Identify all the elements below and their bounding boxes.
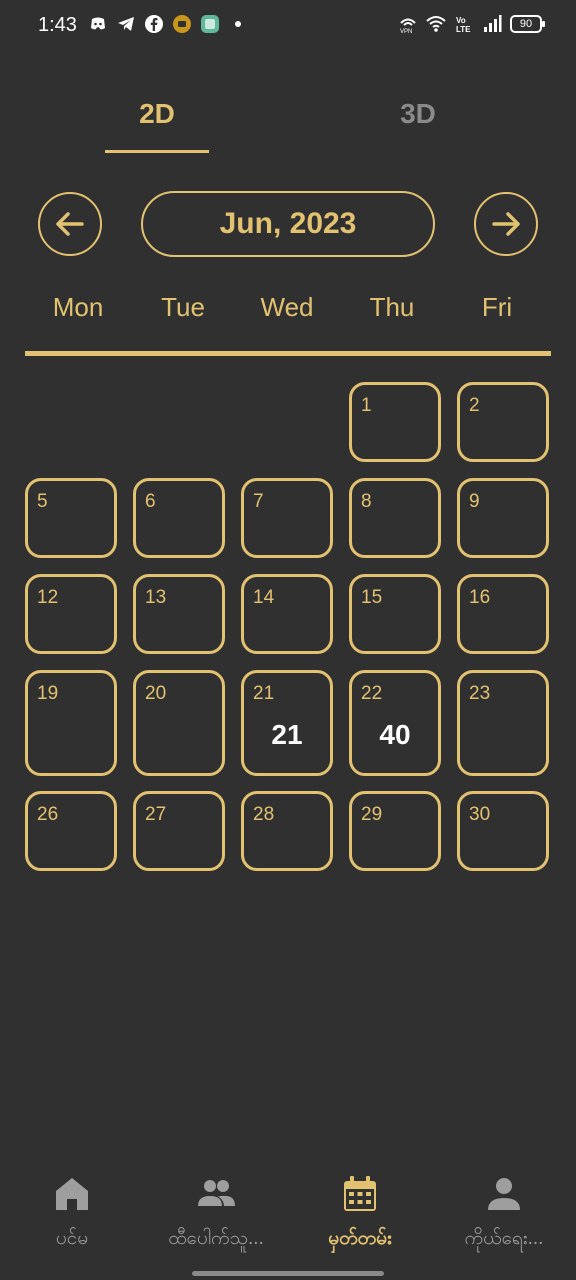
volte-icon: VoLTE bbox=[456, 16, 471, 34]
weekday-thu: Thu bbox=[369, 292, 415, 322]
nav-home[interactable]: ပင်မ bbox=[2, 1174, 142, 1254]
day-number: 30 bbox=[469, 804, 491, 825]
day-number: 2 bbox=[469, 395, 480, 416]
day-number: 7 bbox=[253, 491, 264, 512]
status-bar: 1:43 VPN Vo LTE 90 bbox=[0, 0, 576, 52]
battery-icon: 90 bbox=[510, 15, 545, 33]
calendar-day-cell[interactable]: 19 bbox=[25, 670, 117, 776]
day-number: 1 bbox=[361, 395, 372, 416]
nav-history[interactable]: မှတ်တမ်း bbox=[290, 1174, 430, 1254]
calendar-day-cell[interactable]: 23 bbox=[457, 670, 549, 776]
day-number: 14 bbox=[253, 587, 275, 608]
calendar-day-cell[interactable]: 7 bbox=[241, 478, 333, 558]
month-title[interactable]: Jun, 2023 bbox=[141, 191, 435, 257]
header-divider bbox=[25, 351, 551, 356]
calendar-day-cell[interactable]: 5 bbox=[25, 478, 117, 558]
draw-result: 40 bbox=[379, 719, 411, 750]
nav-home-label: ပင်မ bbox=[55, 1228, 89, 1249]
weekday-fri: Fri bbox=[481, 292, 513, 322]
day-number: 8 bbox=[361, 491, 372, 512]
dot-icon bbox=[235, 21, 241, 27]
day-number: 6 bbox=[145, 491, 156, 512]
person-icon bbox=[488, 1178, 520, 1210]
day-number: 15 bbox=[361, 587, 383, 608]
arrow-right-icon bbox=[492, 212, 520, 236]
discord-icon bbox=[91, 17, 105, 30]
nav-profile-label: ကိုယ်ရေး... bbox=[464, 1228, 544, 1249]
calendar-day-cell[interactable]: 13 bbox=[133, 574, 225, 654]
app-icon-2 bbox=[201, 15, 219, 33]
calendar-day-cell[interactable]: 1 bbox=[349, 382, 441, 462]
nav-profile[interactable]: ကိုယ်ရေး... bbox=[434, 1174, 574, 1254]
calendar-day-cell[interactable]: 26 bbox=[25, 791, 117, 871]
notification-icons bbox=[88, 14, 248, 34]
calendar-icon bbox=[344, 1176, 376, 1211]
home-icon bbox=[56, 1178, 88, 1210]
calendar-day-cell[interactable]: 14 bbox=[241, 574, 333, 654]
tab-2d[interactable]: 2D bbox=[105, 98, 209, 130]
svg-text:Vo: Vo bbox=[456, 16, 466, 25]
calendar-day-cell[interactable]: 21 21 bbox=[241, 670, 333, 776]
active-tab-indicator bbox=[105, 150, 209, 153]
nav-winners-label: ထီပေါက်သူ... bbox=[168, 1228, 264, 1249]
svg-text:VPN: VPN bbox=[400, 29, 412, 34]
day-number: 16 bbox=[469, 587, 491, 608]
weekday-wed: Wed bbox=[260, 292, 314, 322]
vpn-icon: VPN bbox=[400, 18, 416, 34]
day-number: 12 bbox=[37, 587, 59, 608]
day-number: 20 bbox=[145, 683, 167, 704]
calendar-day-cell[interactable]: 16 bbox=[457, 574, 549, 654]
weekday-header: Mon Tue Wed Thu Fri bbox=[25, 292, 551, 332]
system-icons: VPN Vo LTE 90 bbox=[398, 14, 545, 34]
day-number: 22 bbox=[361, 683, 383, 704]
day-number: 13 bbox=[145, 587, 167, 608]
draw-result: 21 bbox=[271, 719, 303, 750]
day-number: 23 bbox=[469, 683, 491, 704]
calendar-day-cell[interactable]: 8 bbox=[349, 478, 441, 558]
day-number: 9 bbox=[469, 491, 480, 512]
calendar-day-cell[interactable]: 15 bbox=[349, 574, 441, 654]
previous-month-button[interactable] bbox=[38, 192, 102, 256]
calendar-day-cell[interactable]: 12 bbox=[25, 574, 117, 654]
calendar-day-cell[interactable]: 27 bbox=[133, 791, 225, 871]
calendar-day-cell[interactable]: 29 bbox=[349, 791, 441, 871]
day-number: 29 bbox=[361, 804, 383, 825]
status-time: 1:43 bbox=[38, 14, 77, 36]
signal-icon bbox=[484, 15, 502, 32]
calendar-day-cell[interactable]: 6 bbox=[133, 478, 225, 558]
calendar-day-cell[interactable]: 30 bbox=[457, 791, 549, 871]
tab-3d[interactable]: 3D bbox=[366, 98, 470, 130]
wifi-icon bbox=[426, 16, 446, 32]
calendar-day-cell[interactable]: 20 bbox=[133, 670, 225, 776]
calendar-day-cell[interactable]: 22 40 bbox=[349, 670, 441, 776]
arrow-left-icon bbox=[56, 212, 84, 236]
svg-text:LTE: LTE bbox=[456, 25, 471, 34]
weekday-tue: Tue bbox=[161, 292, 205, 322]
day-number: 5 bbox=[37, 491, 48, 512]
day-number: 28 bbox=[253, 804, 275, 825]
day-number: 26 bbox=[37, 804, 59, 825]
next-month-button[interactable] bbox=[474, 192, 538, 256]
day-number: 27 bbox=[145, 804, 167, 825]
calendar-day-cell[interactable]: 2 bbox=[457, 382, 549, 462]
bottom-navigation: ပင်မ ထီပေါက်သူ... မှတ်တမ်း ကိုယ်ရေး... bbox=[0, 1160, 576, 1280]
app-icon bbox=[173, 15, 191, 33]
tab-bar: 2D 3D bbox=[0, 88, 576, 158]
weekday-mon: Mon bbox=[52, 292, 104, 322]
calendar-day-cell[interactable]: 9 bbox=[457, 478, 549, 558]
facebook-icon bbox=[145, 15, 163, 33]
people-icon bbox=[198, 1180, 235, 1206]
nav-winners[interactable]: ထီပေါက်သူ... bbox=[146, 1174, 286, 1254]
day-number: 19 bbox=[37, 683, 59, 704]
calendar-day-cell[interactable]: 28 bbox=[241, 791, 333, 871]
nav-history-label: မှတ်တမ်း bbox=[328, 1228, 392, 1249]
telegram-icon bbox=[118, 17, 134, 31]
home-indicator bbox=[192, 1271, 384, 1276]
day-number: 21 bbox=[253, 683, 275, 704]
